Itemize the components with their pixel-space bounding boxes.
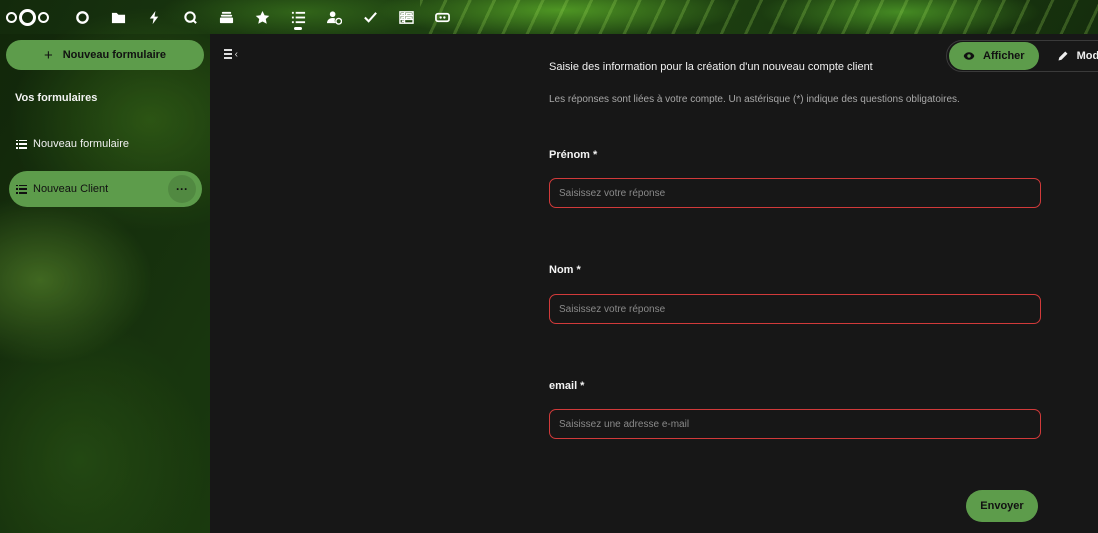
talk-icon[interactable] <box>172 0 208 34</box>
more-actions-button[interactable]: ··· <box>168 175 196 203</box>
prenom-input[interactable] <box>549 178 1041 208</box>
submit-button[interactable]: Envoyer <box>966 490 1038 522</box>
email-input[interactable] <box>549 409 1041 439</box>
favorites-icon[interactable] <box>244 0 280 34</box>
list-icon <box>16 184 27 194</box>
form-description: Saisie des information pour la création … <box>549 61 873 73</box>
ticket-icon[interactable] <box>424 0 460 34</box>
tables-icon[interactable] <box>388 0 424 34</box>
app-navigation: + Nouveau formulaire Vos formulaires Nou… <box>0 34 210 533</box>
nom-input[interactable] <box>549 294 1041 324</box>
activity-icon[interactable] <box>136 0 172 34</box>
sidebar-item-nouveau-formulaire[interactable]: Nouveau formulaire <box>9 126 202 162</box>
sidebar-item-label: Nouveau Client <box>33 183 109 195</box>
deck-icon[interactable] <box>208 0 244 34</box>
pencil-icon <box>1058 51 1068 61</box>
sidebar-item-nouveau-client[interactable]: Nouveau Client ··· <box>9 171 202 207</box>
sidebar-item-label: Nouveau formulaire <box>33 138 129 150</box>
tasks-icon[interactable] <box>352 0 388 34</box>
question-label-nom: Nom * <box>549 264 581 276</box>
edit-mode-button[interactable]: Modifier <box>1041 42 1098 70</box>
nextcloud-logo-icon[interactable] <box>6 7 50 27</box>
forms-icon[interactable] <box>280 0 316 34</box>
view-mode-switch: Afficher Modifier <box>946 40 1098 72</box>
form-required-note: Les réponses sont liées à votre compte. … <box>549 94 960 105</box>
plus-icon: + <box>43 46 53 64</box>
contacts-icon[interactable] <box>316 0 352 34</box>
top-header <box>0 0 1098 34</box>
files-icon[interactable] <box>100 0 136 34</box>
forms-caption: Vos formulaires <box>15 92 98 104</box>
dashboard-icon[interactable] <box>64 0 100 34</box>
toggle-navigation-icon[interactable]: ‹ <box>224 48 238 60</box>
question-label-prenom: Prénom * <box>549 149 598 161</box>
new-form-label: Nouveau formulaire <box>62 49 167 61</box>
view-mode-button[interactable]: Afficher <box>949 42 1039 70</box>
form-main-content: ‹ Afficher Modifier Saisie des informati… <box>210 34 1098 533</box>
question-label-email: email * <box>549 380 585 392</box>
view-mode-label: Afficher <box>983 50 1025 62</box>
list-icon <box>16 139 27 149</box>
eye-icon <box>963 52 975 60</box>
edit-mode-label: Modifier <box>1076 50 1098 62</box>
new-form-button[interactable]: + Nouveau formulaire <box>6 40 204 70</box>
